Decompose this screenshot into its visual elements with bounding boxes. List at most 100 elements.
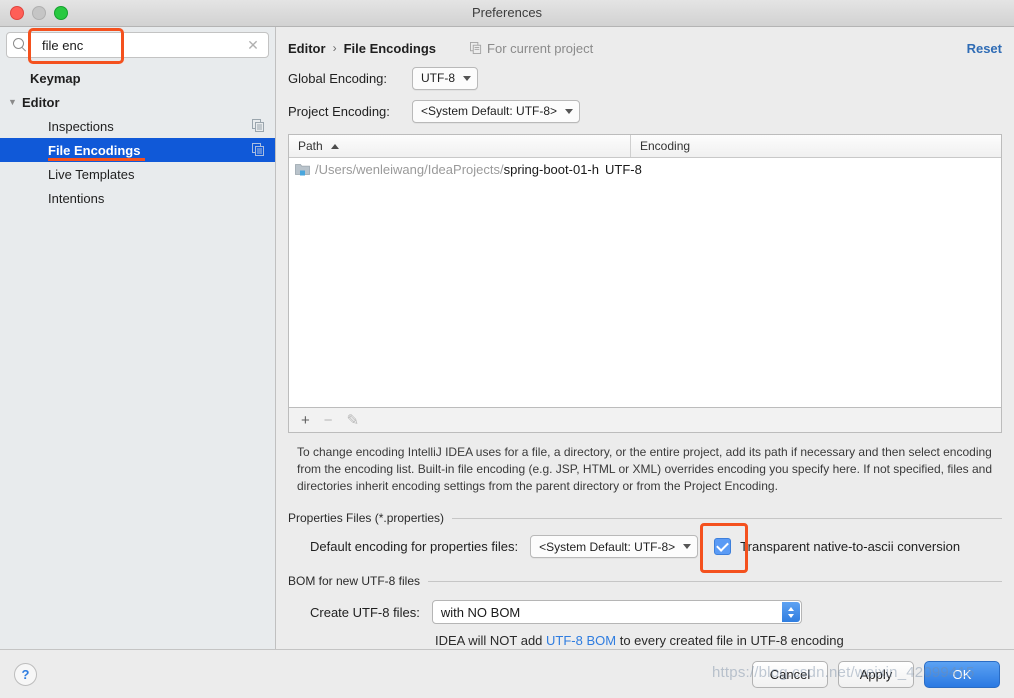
sidebar-item-keymap[interactable]: Keymap (0, 66, 275, 90)
settings-tree: Keymap ▼ Editor Inspections File Encodin… (0, 66, 275, 210)
remove-button: − (323, 411, 333, 429)
utf8-bom-link[interactable]: UTF-8 BOM (546, 633, 616, 648)
sidebar-item-label: Keymap (30, 70, 81, 86)
table-cell-path-name: spring-boot-01-h (503, 161, 599, 177)
cancel-button[interactable]: Cancel (752, 660, 828, 688)
bom-note-suffix: to every created file in UTF-8 encoding (616, 633, 844, 648)
properties-files-group: Properties Files (*.properties) Default … (288, 511, 1002, 573)
edit-pencil-icon: ✎ (346, 411, 360, 429)
dialog-footer: ? Cancel Apply OK (0, 649, 1014, 698)
table-cell-path-prefix: /Users/wenleiwang/IdeaProjects/ (315, 161, 504, 177)
add-button[interactable]: + (301, 413, 310, 428)
bom-group-header: BOM for new UTF-8 files (288, 574, 1002, 588)
properties-group-body: Default encoding for properties files: <… (288, 523, 1002, 573)
group-divider (452, 517, 1002, 519)
global-encoding-value: UTF-8 (421, 71, 455, 85)
bom-group-title: BOM for new UTF-8 files (288, 574, 421, 588)
global-encoding-label: Global Encoding: (288, 70, 388, 86)
sidebar-item-live-templates[interactable]: Live Templates (0, 162, 275, 186)
table-cell-encoding: UTF-8 (604, 161, 642, 177)
table-row[interactable]: /Users/wenleiwang/IdeaProjects/ spring-b… (289, 158, 1001, 180)
sidebar-item-intentions[interactable]: Intentions (0, 186, 275, 210)
apply-button[interactable]: Apply (838, 660, 914, 688)
folder-icon (295, 163, 310, 175)
table-toolbar: + − ✎ (288, 408, 1002, 433)
column-header-label: Encoding (640, 139, 691, 153)
project-encoding-row: Project Encoding: <System Default: UTF-8… (288, 98, 1002, 124)
window-titlebar: Preferences (0, 0, 1014, 27)
project-encoding-label: Project Encoding: (288, 103, 390, 119)
project-scope-icon (252, 119, 264, 132)
chevron-down-icon (463, 75, 471, 81)
chevron-down-icon (683, 544, 692, 549)
native-to-ascii-label: Transparent native-to-ascii conversion (740, 539, 961, 554)
breadcrumb: Editor › File Encodings For current proj… (288, 38, 1002, 58)
reset-link[interactable]: Reset (967, 41, 1002, 56)
project-scope-icon (252, 143, 264, 156)
sidebar-item-label: Editor (22, 94, 60, 110)
search-field-wrapper: ✕ (6, 28, 269, 64)
stepper-arrows-icon[interactable] (781, 602, 800, 622)
project-encoding-value: <System Default: UTF-8> (421, 104, 558, 118)
project-scope-icon (470, 42, 482, 54)
traffic-lights (10, 6, 68, 20)
ok-button[interactable]: OK (924, 660, 1000, 688)
clear-icon[interactable]: ✕ (244, 38, 262, 52)
page-title: File Encodings (343, 40, 437, 56)
project-encoding-select[interactable]: <System Default: UTF-8> (412, 99, 581, 123)
bom-note: IDEA will NOT add UTF-8 BOM to every cre… (435, 633, 1002, 648)
default-properties-encoding-value: <System Default: UTF-8> (539, 539, 676, 554)
minimize-button[interactable] (32, 6, 46, 20)
sidebar-item-editor[interactable]: ▼ Editor (0, 90, 275, 114)
default-properties-encoding-select[interactable]: <System Default: UTF-8> (530, 535, 699, 558)
encodings-table: Path Encoding /Users/wenleiwang/IdeaProj… (288, 134, 1002, 408)
for-current-project-badge: For current project (470, 41, 593, 56)
search-input[interactable] (29, 37, 244, 53)
window-title: Preferences (471, 5, 543, 20)
chevron-down-icon[interactable]: ▼ (8, 97, 22, 107)
close-button[interactable] (10, 6, 24, 20)
help-button[interactable]: ? (14, 662, 37, 686)
settings-main-panel: Editor › File Encodings For current proj… (276, 27, 1014, 649)
create-utf8-files-select[interactable]: with NO BOM (431, 600, 802, 624)
sidebar-item-label: File Encodings (48, 142, 141, 158)
chevron-down-icon (565, 108, 574, 114)
native-to-ascii-checkbox[interactable] (714, 538, 732, 555)
column-header-label: Path (298, 139, 323, 153)
sidebar-item-file-encodings[interactable]: File Encodings (0, 138, 275, 162)
footer-actions: Cancel Apply OK (752, 660, 1000, 688)
description-text: To change encoding IntelliJ IDEA uses fo… (297, 445, 993, 493)
sidebar-item-label: Intentions (48, 190, 105, 206)
sidebar-item-label: Inspections (48, 118, 114, 134)
bom-note-prefix: IDEA will NOT add (435, 633, 547, 648)
zoom-button[interactable] (54, 6, 68, 20)
column-header-path[interactable]: Path (289, 135, 631, 157)
properties-group-header: Properties Files (*.properties) (288, 511, 1002, 525)
native-to-ascii-checkbox-wrapper: Transparent native-to-ascii conversion (700, 523, 961, 573)
table-header: Path Encoding (289, 135, 1001, 158)
default-properties-encoding-label: Default encoding for properties files: (310, 539, 519, 554)
checkmark-icon (716, 538, 730, 552)
breadcrumb-separator: › (332, 41, 337, 55)
preferences-window: Preferences ✕ Keymap ▼ (0, 0, 1014, 698)
bom-group-body: Create UTF-8 files: with NO BOM (288, 600, 1002, 624)
create-utf8-files-value: with NO BOM (440, 604, 521, 620)
sidebar-item-label: Live Templates (48, 166, 135, 182)
bom-group: BOM for new UTF-8 files Create UTF-8 fil… (288, 574, 1002, 648)
group-divider (428, 580, 1002, 582)
breadcrumb-parent[interactable]: Editor (288, 41, 326, 56)
properties-group-title: Properties Files (*.properties) (288, 511, 445, 525)
table-body: /Users/wenleiwang/IdeaProjects/ spring-b… (289, 158, 1001, 407)
column-header-encoding[interactable]: Encoding (631, 135, 1001, 157)
global-encoding-select[interactable]: UTF-8 (412, 66, 478, 90)
selection-underline-annotation (48, 158, 145, 161)
window-body: ✕ Keymap ▼ Editor Inspections (0, 27, 1014, 649)
create-utf8-files-label: Create UTF-8 files: (310, 604, 420, 620)
for-current-project-label: For current project (487, 40, 594, 56)
sidebar-item-inspections[interactable]: Inspections (0, 114, 275, 138)
search-icon (12, 37, 29, 54)
settings-sidebar: ✕ Keymap ▼ Editor Inspections (0, 27, 276, 649)
search-field[interactable]: ✕ (6, 32, 269, 58)
sort-ascending-icon (330, 143, 339, 149)
global-encoding-row: Global Encoding: UTF-8 (288, 65, 1002, 91)
